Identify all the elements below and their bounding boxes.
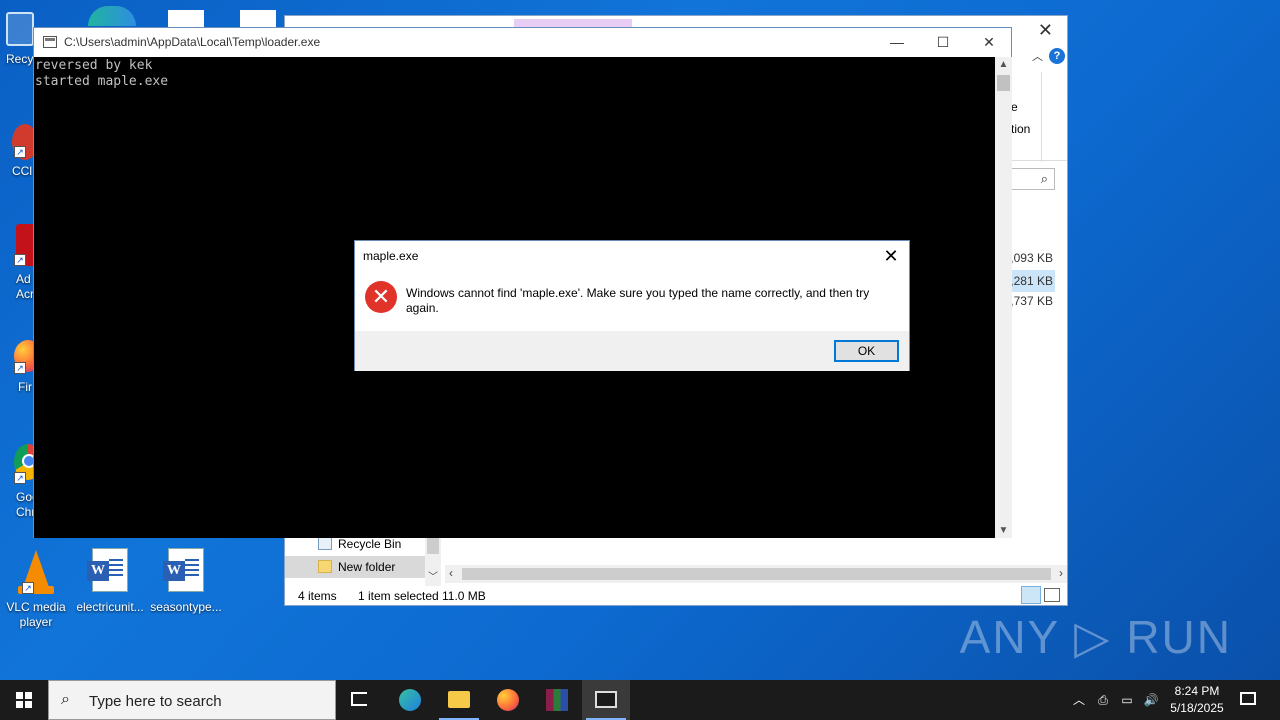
network-icon[interactable]: ▭ bbox=[1116, 680, 1138, 720]
taskbar: ⌕ Type here to search ︿ ⎙ ▭ 🔊 8:24 PM 5/… bbox=[0, 680, 1280, 720]
search-icon: ⌕ bbox=[61, 691, 70, 708]
horizontal-scrollbar[interactable]: ‹ › bbox=[445, 565, 1067, 583]
status-selected: 1 item selected bbox=[358, 589, 439, 603]
taskbar-console[interactable] bbox=[582, 680, 630, 720]
console-icon bbox=[595, 691, 617, 708]
search-placeholder: Type here to search bbox=[89, 693, 222, 710]
close-button[interactable]: ✕ bbox=[966, 28, 1012, 57]
status-bar: 4 items 1 item selected 11.0 MB bbox=[285, 586, 1067, 606]
desktop-icon-edge-partial[interactable] bbox=[88, 6, 136, 26]
clock[interactable]: 8:24 PM 5/18/2025 bbox=[1162, 680, 1232, 720]
ok-button[interactable]: OK bbox=[834, 340, 899, 362]
anyrun-watermark: ANY ▷ RUN bbox=[959, 611, 1232, 663]
shortcut-arrow-icon: ↗ bbox=[14, 146, 26, 158]
ribbon-text-1: e bbox=[1011, 100, 1018, 114]
explorer-search-box[interactable]: ⌕ bbox=[1005, 168, 1055, 190]
shortcut-arrow-icon: ↗ bbox=[22, 582, 34, 594]
task-view-icon bbox=[351, 692, 367, 706]
folder-icon bbox=[448, 691, 470, 708]
console-scrollbar[interactable]: ▲ ▼ bbox=[995, 57, 1012, 538]
clock-date: 5/18/2025 bbox=[1170, 701, 1224, 715]
taskbar-file-explorer[interactable] bbox=[435, 680, 483, 720]
taskbar-winrar[interactable] bbox=[533, 680, 581, 720]
dialog-footer: OK bbox=[355, 331, 909, 371]
console-line: reversed by kek bbox=[35, 58, 153, 73]
volume-icon[interactable]: 🔊 bbox=[1140, 680, 1162, 720]
firefox-icon bbox=[497, 689, 519, 711]
word-document-icon: W bbox=[86, 548, 134, 596]
maximize-button[interactable]: ☐ bbox=[920, 28, 966, 57]
explorer-close-button[interactable]: ✕ bbox=[1038, 20, 1053, 41]
chevron-right-icon[interactable]: › bbox=[1059, 566, 1063, 580]
status-item-count: 4 items bbox=[298, 589, 337, 603]
taskbar-edge[interactable] bbox=[386, 680, 434, 720]
desktop-icon-word-partial-1[interactable] bbox=[168, 10, 204, 28]
chevron-down-icon[interactable]: ▼ bbox=[995, 525, 1012, 536]
recycle-bin-icon bbox=[318, 537, 332, 550]
windows-logo-icon bbox=[16, 692, 32, 708]
dialog-close-button[interactable]: ✕ bbox=[879, 244, 903, 268]
dialog-message: Windows cannot find 'maple.exe'. Make su… bbox=[406, 286, 870, 315]
shortcut-arrow-icon: ↗ bbox=[14, 472, 26, 484]
console-title: C:\Users\admin\AppData\Local\Temp\loader… bbox=[64, 35, 321, 49]
ribbon-text-2: tion bbox=[1011, 122, 1031, 136]
scrollbar-thumb[interactable] bbox=[997, 75, 1010, 91]
search-icon: ⌕ bbox=[1040, 171, 1048, 186]
details-view-icon[interactable] bbox=[1021, 586, 1041, 604]
desktop-icon-electricunit[interactable]: W electricunit... bbox=[74, 548, 146, 615]
ribbon-separator bbox=[1041, 72, 1042, 162]
clock-time: 8:24 PM bbox=[1174, 684, 1220, 698]
error-icon: ✕ bbox=[365, 281, 397, 313]
console-line: started maple.exe bbox=[35, 74, 169, 89]
status-size: 11.0 MB bbox=[442, 589, 486, 603]
task-view-button[interactable] bbox=[336, 680, 384, 720]
large-icons-view-icon[interactable] bbox=[1044, 588, 1060, 602]
minimize-button[interactable]: — bbox=[874, 28, 920, 57]
scrollbar-thumb[interactable] bbox=[462, 568, 1051, 580]
tray-overflow-icon[interactable]: ︿ bbox=[1068, 680, 1090, 720]
error-dialog: maple.exe ✕ ✕ Windows cannot find 'maple… bbox=[354, 240, 910, 371]
edge-icon bbox=[399, 689, 421, 711]
chevron-up-icon[interactable]: ▲ bbox=[995, 59, 1012, 70]
desktop-icon-vlc[interactable]: ↗ VLC media player bbox=[0, 548, 72, 630]
shortcut-arrow-icon: ↗ bbox=[14, 362, 26, 374]
folder-icon bbox=[318, 560, 332, 573]
notification-icon[interactable] bbox=[1234, 680, 1262, 720]
help-icon[interactable]: ? bbox=[1049, 48, 1065, 64]
shortcut-arrow-icon: ↗ bbox=[14, 254, 26, 266]
winrar-icon bbox=[546, 689, 568, 711]
start-button[interactable] bbox=[0, 680, 48, 720]
desktop-icon-word-partial-2[interactable] bbox=[240, 10, 276, 28]
nav-pane-scrollbar[interactable]: ﹀ bbox=[425, 532, 441, 586]
nav-item-new-folder[interactable]: New folder bbox=[285, 556, 425, 578]
taskbar-firefox[interactable] bbox=[484, 680, 532, 720]
scrollbar-thumb[interactable] bbox=[427, 536, 439, 554]
device-icon[interactable]: ⎙ bbox=[1092, 680, 1114, 720]
dialog-title: maple.exe bbox=[363, 249, 419, 263]
vlc-cone-icon: ↗ bbox=[12, 548, 60, 596]
console-titlebar[interactable]: C:\Users\admin\AppData\Local\Temp\loader… bbox=[34, 28, 1011, 57]
desktop-icon-seasontype[interactable]: W seasontype... bbox=[150, 548, 222, 615]
chevron-left-icon[interactable]: ‹ bbox=[449, 566, 453, 580]
word-document-icon: W bbox=[162, 548, 210, 596]
ribbon-collapse-icon[interactable]: ︿ bbox=[1032, 48, 1043, 64]
taskbar-search[interactable]: ⌕ Type here to search bbox=[48, 680, 336, 720]
chevron-down-icon[interactable]: ﹀ bbox=[428, 568, 438, 583]
console-app-icon bbox=[43, 36, 57, 48]
